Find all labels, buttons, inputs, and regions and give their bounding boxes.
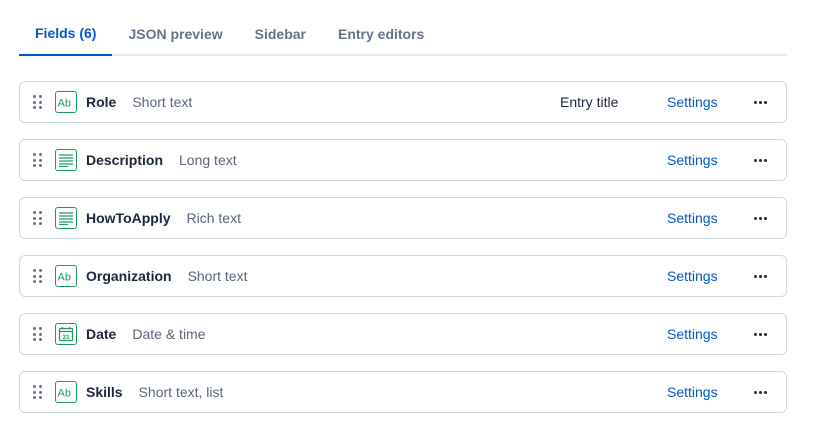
short-text-icon: Ab	[55, 265, 77, 287]
settings-link[interactable]: Settings	[667, 326, 718, 342]
svg-text:31: 31	[62, 334, 70, 341]
field-row-howtoapply: HowToApply Rich text Settings	[19, 197, 787, 239]
field-row-skills: Ab Skills Short text, list Settings	[19, 371, 787, 413]
more-actions-icon[interactable]	[752, 94, 769, 111]
settings-link[interactable]: Settings	[667, 384, 718, 400]
field-name: Organization	[86, 268, 172, 284]
field-type: Short text	[132, 94, 193, 110]
field-row-organization: Ab Organization Short text Settings	[19, 255, 787, 297]
field-type: Long text	[179, 152, 237, 168]
tab-sidebar[interactable]: Sidebar	[239, 12, 322, 56]
short-text-icon: Ab	[55, 91, 77, 113]
drag-handle-icon[interactable]	[33, 269, 43, 283]
settings-link[interactable]: Settings	[667, 94, 718, 110]
settings-link[interactable]: Settings	[667, 152, 718, 168]
field-type: Date & time	[132, 326, 206, 342]
field-type: Rich text	[186, 210, 241, 226]
field-type: Short text	[187, 268, 248, 284]
svg-text:Ab: Ab	[58, 98, 71, 109]
svg-text:Ab: Ab	[58, 388, 71, 399]
field-type: Short text, list	[138, 384, 224, 400]
long-text-icon	[55, 149, 77, 171]
entry-title-badge: Entry title	[560, 94, 619, 110]
field-name: Date	[86, 326, 117, 342]
field-row-role: Ab Role Short text Entry title Settings	[19, 81, 787, 123]
drag-handle-icon[interactable]	[33, 327, 43, 341]
short-text-icon: Ab	[55, 381, 77, 403]
field-name: Skills	[86, 384, 123, 400]
drag-handle-icon[interactable]	[33, 153, 43, 167]
tab-bar: Fields (6) JSON preview Sidebar Entry ed…	[19, 12, 787, 56]
svg-text:Ab: Ab	[58, 272, 71, 283]
rich-text-icon	[55, 207, 77, 229]
field-list: Ab Role Short text Entry title Settings	[19, 81, 787, 428]
drag-handle-icon[interactable]	[33, 95, 43, 109]
more-actions-icon[interactable]	[752, 152, 769, 169]
more-actions-icon[interactable]	[752, 384, 769, 401]
field-name: Description	[86, 152, 164, 168]
field-row-date: 31 Date Date & time Settings	[19, 313, 787, 355]
more-actions-icon[interactable]	[752, 268, 769, 285]
more-actions-icon[interactable]	[752, 210, 769, 227]
field-row-description: Description Long text Settings	[19, 139, 787, 181]
calendar-icon: 31	[55, 323, 77, 345]
settings-link[interactable]: Settings	[667, 268, 718, 284]
tab-fields[interactable]: Fields (6)	[19, 12, 113, 56]
tab-json-preview[interactable]: JSON preview	[112, 12, 238, 56]
drag-handle-icon[interactable]	[33, 211, 43, 225]
content-type-fields-page: Fields (6) JSON preview Sidebar Entry ed…	[0, 0, 817, 428]
drag-handle-icon[interactable]	[33, 385, 43, 399]
field-name: HowToApply	[86, 210, 171, 226]
field-name: Role	[86, 94, 117, 110]
tab-entry-editors[interactable]: Entry editors	[322, 12, 440, 56]
more-actions-icon[interactable]	[752, 326, 769, 343]
settings-link[interactable]: Settings	[667, 210, 718, 226]
